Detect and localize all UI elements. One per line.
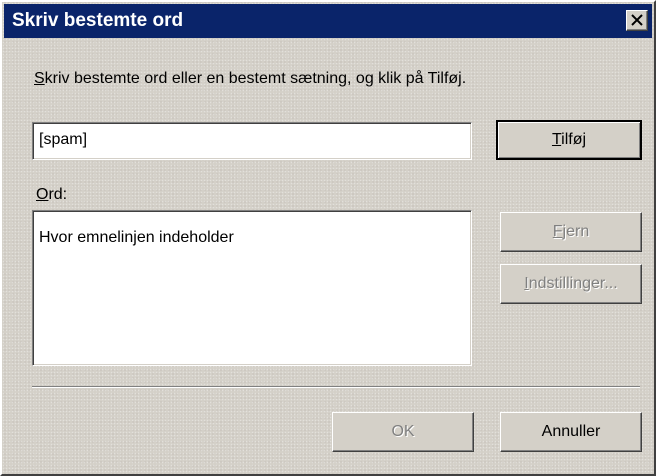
add-label-rest: ilføj (561, 131, 587, 148)
remove-label-rest: jern (562, 223, 590, 240)
close-icon (631, 14, 643, 26)
ok-button[interactable]: OK (332, 412, 474, 452)
words-label-mnemonic: O (36, 186, 49, 203)
remove-mnemonic: F (552, 223, 563, 240)
remove-button[interactable]: Fjern (500, 212, 642, 252)
instruction-rest: kriv bestemte ord eller en bestemt sætni… (44, 70, 467, 87)
word-input-value: [spam] (39, 131, 88, 148)
add-button[interactable]: Tilføj (496, 120, 642, 160)
separator-line (32, 386, 640, 388)
words-listbox[interactable]: Hvor emnelinjen indeholder (32, 210, 472, 366)
word-input[interactable]: [spam] (32, 122, 472, 160)
title-bar[interactable]: Skriv bestemte ord (4, 4, 652, 38)
words-label: Ord: (36, 186, 67, 204)
list-item[interactable]: Hvor emnelinjen indeholder (39, 229, 234, 247)
dialog-window: Skriv bestemte ord Skriv bestemte ord el… (0, 0, 656, 476)
cancel-button[interactable]: Annuller (500, 412, 642, 452)
window-title: Skriv bestemte ord (12, 10, 184, 31)
settings-label-rest: ndstillinger... (528, 275, 618, 292)
close-button[interactable] (626, 10, 648, 31)
settings-button[interactable]: Indstillinger... (500, 264, 642, 304)
instruction-text: Skriv bestemte ord eller en bestemt sætn… (34, 70, 466, 88)
add-mnemonic: T (551, 131, 562, 148)
words-label-rest: rd: (48, 186, 68, 203)
instruction-mnemonic: S (34, 70, 45, 87)
